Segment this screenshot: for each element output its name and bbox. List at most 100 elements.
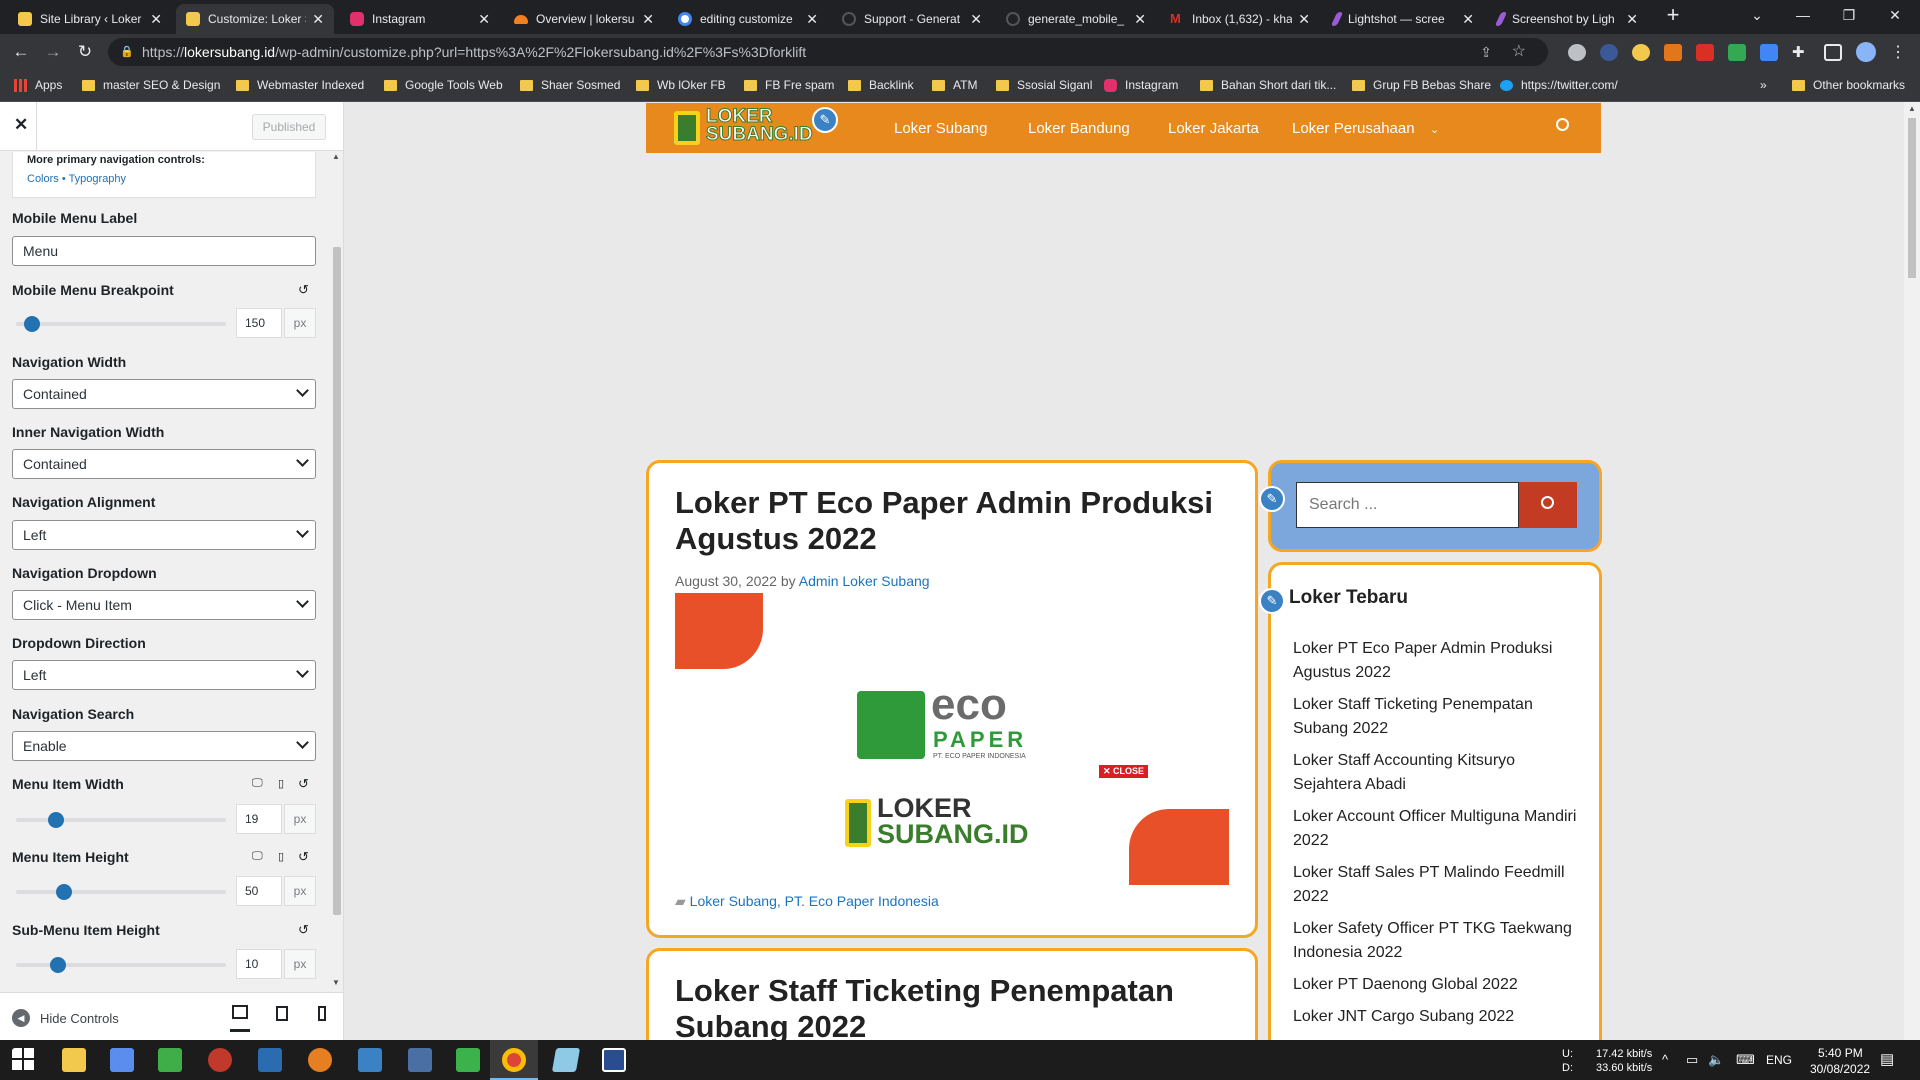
bookmark-folder[interactable]: Bahan Short dari tik... [1200,78,1336,92]
post-title[interactable]: Loker Staff Ticketing Penempatan Subang … [675,973,1235,1040]
close-badge[interactable]: ✕ CLOSE [1099,765,1149,778]
recent-post-link[interactable]: Loker Staff Ticketing Penempatan Subang … [1293,693,1583,741]
bookmark-folder[interactable]: master SEO & Design [82,78,220,92]
chrome-menu-icon[interactable]: ⋮ [1890,44,1908,61]
item-width-input[interactable]: 19 [236,804,282,834]
extension-coin-icon[interactable] [1632,44,1650,61]
reset-icon[interactable]: ↺ [298,922,312,937]
address-bar[interactable]: 🔒 https://lokersubang.id/wp-admin/customi… [108,38,1548,66]
search-input[interactable]: Search ... [1296,482,1519,528]
item-width-slider[interactable] [16,812,226,828]
tab-instagram[interactable]: Instagram ✕ [340,4,500,34]
hide-controls-arrow-icon[interactable]: ◀ [12,1009,30,1027]
clock-date[interactable]: 30/08/2022 [1810,1062,1870,1076]
nav-width-select[interactable]: Contained [12,379,316,409]
slider-handle[interactable] [48,812,64,828]
tab-site-library[interactable]: Site Library ‹ Loker ✕ [8,4,172,34]
share-icon[interactable]: ⇪ [1480,38,1492,66]
edit-pencil-icon[interactable]: ✎ [812,107,838,133]
tab-customize[interactable]: Customize: Loker S ✕ [176,4,334,34]
network-icon[interactable]: ▭ [1686,1052,1698,1068]
close-window-button[interactable]: ✕ [1872,0,1918,30]
tab-search-chevron-icon[interactable]: ⌄ [1734,0,1780,30]
menu-loker-perusahaan[interactable]: Loker Perusahaan [1292,120,1415,137]
tab-google-search[interactable]: editing customize ✕ [668,4,828,34]
phone-app-icon[interactable] [456,1048,480,1072]
close-tab-icon[interactable]: ✕ [1462,11,1474,28]
tablet-preview-icon[interactable] [276,1006,288,1021]
panel-scrollbar-thumb[interactable] [333,247,341,915]
file-explorer-icon[interactable] [62,1048,86,1072]
close-tab-icon[interactable]: ✕ [1626,11,1638,28]
bookmark-folder[interactable]: Grup FB Bebas Share [1352,78,1491,92]
network-app-icon[interactable] [258,1048,282,1072]
clock-time[interactable]: 5:40 PM [1818,1046,1863,1060]
desktop-preview-icon[interactable] [232,1005,248,1019]
mobile-menu-label-input[interactable]: Menu [12,236,316,266]
item-height-slider[interactable] [16,884,226,900]
post-title[interactable]: Loker PT Eco Paper Admin Produksi Agustu… [675,485,1235,557]
extensions-puzzle-icon[interactable]: ✚ [1792,44,1810,61]
nav-alignment-select[interactable]: Left [12,520,316,550]
restore-button[interactable]: ❐ [1826,0,1872,30]
item-height-input[interactable]: 50 [236,876,282,906]
minimize-button[interactable]: — [1780,0,1826,30]
reset-icon[interactable]: ↺ [298,282,312,297]
search-submit-button[interactable] [1519,482,1577,528]
dropdown-direction-select[interactable]: Left [12,660,316,690]
slider-handle[interactable] [24,316,40,332]
volume-icon[interactable]: 🔈 [1708,1052,1724,1068]
mobile-icon[interactable]: ▯ [278,777,284,790]
notepad-icon[interactable] [158,1048,182,1072]
notification-icon[interactable]: ▤ [1880,1050,1894,1068]
bookmark-instagram[interactable]: Instagram [1104,78,1178,92]
bookmark-folder[interactable]: FB Fre spam [744,78,834,92]
back-button[interactable]: ← [10,42,32,62]
slider-handle[interactable] [50,957,66,973]
extension-translate-icon[interactable] [1760,44,1778,61]
tab-support[interactable]: Support - Generat ✕ [832,4,992,34]
panel-scrollbar[interactable]: ▲ ▼ [330,152,342,990]
recent-post-link[interactable]: Loker PT Eco Paper Admin Produksi Agustu… [1293,637,1583,685]
close-customizer-icon[interactable]: ✕ [14,115,28,135]
bookmark-apps[interactable]: Apps [14,78,62,92]
close-tab-icon[interactable]: ✕ [642,11,654,28]
sub-item-height-input[interactable]: 10 [236,949,282,979]
site-logo[interactable]: LOKER SUBANG.ID [674,107,834,150]
reset-icon[interactable]: ↺ [298,776,312,791]
bookmark-folder[interactable]: Shaer Sosmed [520,78,620,92]
breakpoint-slider[interactable] [16,316,226,332]
tab-cloudflare[interactable]: Overview | lokersu ✕ [504,4,664,34]
inner-nav-width-select[interactable]: Contained [12,449,316,479]
recent-post-link[interactable]: Loker Account Officer Multiguna Mandiri … [1293,805,1583,853]
keyboard-icon[interactable]: ⌨ [1736,1052,1755,1068]
new-tab-button[interactable]: + [1650,0,1696,30]
post-author-link[interactable]: Admin Loker Subang [799,573,930,589]
paint-icon[interactable] [208,1048,232,1072]
menu-loker-bandung[interactable]: Loker Bandung [1028,120,1130,137]
slider-handle[interactable] [56,884,72,900]
gear-app-icon[interactable] [308,1048,332,1072]
chrome-taskbar-button[interactable] [490,1040,538,1080]
desktop-icon[interactable]: 🖵 [252,777,263,790]
nav-search-select[interactable]: Enable [12,731,316,761]
bookmark-folder[interactable]: ATM [932,78,977,92]
preview-scrollbar[interactable]: ▲ [1904,102,1920,1040]
extension-badge-icon[interactable] [1696,44,1714,61]
featured-image[interactable]: eco PAPER PT. ECO PAPER INDONESIA ✕ CLOS… [675,593,1229,885]
typography-link[interactable]: Typography [69,173,126,185]
tray-chevron-up-icon[interactable]: ^ [1662,1052,1668,1067]
close-tab-icon[interactable]: ✕ [150,11,162,28]
extension-metamask-icon[interactable] [1664,44,1682,61]
preview-scrollbar-thumb[interactable] [1908,118,1916,278]
close-tab-icon[interactable]: ✕ [1134,11,1146,28]
side-panel-icon[interactable] [1824,44,1842,61]
app-icon[interactable] [358,1048,382,1072]
bookmark-folder[interactable]: Backlink [848,78,914,92]
mobile-icon[interactable]: ▯ [278,850,284,863]
recent-post-link[interactable]: Loker JNT Cargo Subang 2022 [1293,1005,1583,1029]
nav-dropdown-select[interactable]: Click - Menu Item [12,590,316,620]
bookmarks-overflow-chevron-icon[interactable]: » [1760,78,1767,92]
monitor-app-icon[interactable] [602,1048,626,1072]
mobile-preview-icon[interactable] [318,1006,326,1021]
